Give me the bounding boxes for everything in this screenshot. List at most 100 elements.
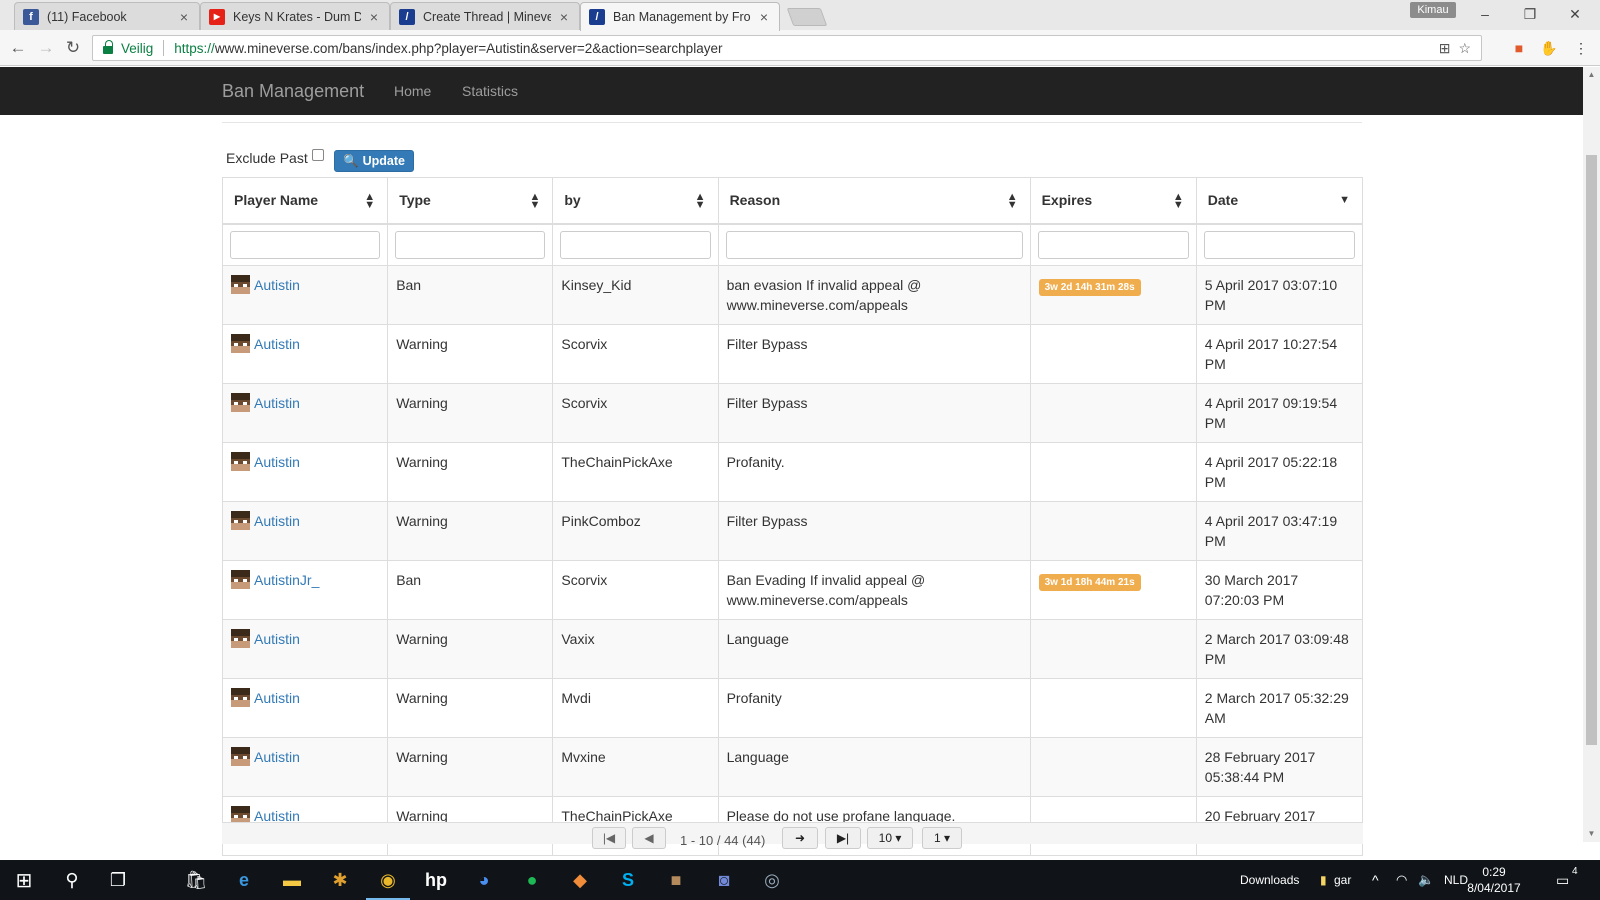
- divider: [222, 122, 1362, 123]
- windows-start-icon[interactable]: ⊞: [10, 866, 38, 894]
- hp-icon[interactable]: hp: [422, 866, 450, 894]
- file-explorer-icon[interactable]: ▬: [278, 866, 306, 894]
- banned-by: Scorvix: [552, 559, 719, 620]
- new-tab-button[interactable]: [786, 8, 828, 26]
- scroll-up-icon[interactable]: ▲: [1583, 67, 1600, 83]
- tab-title: Ban Management by Fro: [613, 10, 751, 24]
- edge-icon[interactable]: e: [230, 866, 258, 894]
- chrome-icon[interactable]: ◉: [366, 866, 410, 900]
- back-arrow-icon[interactable]: ←: [8, 38, 28, 58]
- player-link[interactable]: Autistin: [254, 452, 300, 472]
- address-bar[interactable]: Veilig https://www.mineverse.com/bans/in…: [92, 35, 1482, 61]
- translate-icon[interactable]: ⊞: [1439, 40, 1451, 57]
- spotify-icon[interactable]: ●: [518, 866, 546, 894]
- exclude-past-label: Exclude Past: [226, 150, 308, 166]
- expires-filter-input[interactable]: [1037, 230, 1189, 259]
- type-filter-input[interactable]: [395, 230, 546, 259]
- ban-reason: Filter Bypass: [717, 382, 1031, 443]
- reload-icon[interactable]: ↻: [63, 38, 83, 58]
- window-close-icon[interactable]: ✕: [1560, 4, 1590, 24]
- search-icon[interactable]: ⚲: [58, 866, 86, 894]
- task-view-icon[interactable]: ❐: [104, 866, 132, 894]
- nav-statistics-link[interactable]: Statistics: [462, 83, 518, 99]
- network-icon[interactable]: ◠: [1396, 860, 1407, 900]
- close-icon[interactable]: ×: [367, 9, 381, 25]
- steam-icon[interactable]: ◎: [758, 866, 786, 894]
- player-link[interactable]: Autistin: [254, 747, 300, 767]
- column-header-by[interactable]: by ▲ ▼: [552, 177, 719, 225]
- expires-cell: [1029, 677, 1197, 738]
- close-icon[interactable]: ×: [177, 9, 191, 25]
- update-button[interactable]: 🔍 Update: [334, 150, 414, 172]
- close-icon[interactable]: ×: [557, 9, 571, 25]
- volume-icon[interactable]: 🔈: [1418, 860, 1434, 900]
- last-page-icon[interactable]: ▶|: [825, 827, 861, 849]
- column-header-type[interactable]: Type ▲ ▼: [387, 177, 554, 225]
- reason-filter-input[interactable]: [725, 230, 1023, 259]
- date-filter-input[interactable]: [1203, 230, 1355, 259]
- browser-tab-ban-management[interactable]: / Ban Management by Fro ×: [580, 2, 780, 31]
- player-link[interactable]: AutistinJr_: [254, 570, 319, 590]
- notification-icon[interactable]: ▭: [1556, 860, 1569, 900]
- discord-icon[interactable]: ◙: [710, 866, 738, 894]
- folder-toolbar-label[interactable]: gar: [1334, 860, 1351, 900]
- page-scrollbar[interactable]: ▲ ▼: [1583, 67, 1600, 842]
- extension-icon[interactable]: ■: [1510, 39, 1528, 57]
- ban-date: 5 April 2017 03:07:10 PM: [1195, 264, 1364, 325]
- close-icon[interactable]: ×: [757, 9, 771, 25]
- scroll-down-icon[interactable]: ▼: [1583, 826, 1600, 842]
- column-header-reason[interactable]: Reason ▲ ▼: [717, 177, 1031, 225]
- paint-app-icon[interactable]: ✱: [326, 866, 354, 894]
- column-header-player[interactable]: Player Name ▲ ▼: [221, 177, 389, 225]
- page-size-select[interactable]: 10 ▾: [867, 827, 913, 849]
- column-header-date[interactable]: Date ▼: [1195, 177, 1364, 225]
- exclude-past-checkbox[interactable]: [311, 149, 324, 161]
- prev-page-icon[interactable]: ◀: [632, 827, 666, 849]
- banned-by: TheChainPickAxe: [552, 441, 719, 502]
- next-page-icon[interactable]: ➜: [782, 827, 818, 849]
- ban-reason: Filter Bypass: [717, 323, 1031, 384]
- player-link[interactable]: Autistin: [254, 629, 300, 649]
- menu-icon[interactable]: ⋮: [1572, 39, 1590, 57]
- table-row: Autistin Warning PinkComboz Filter Bypas…: [221, 500, 1364, 561]
- player-link[interactable]: Autistin: [254, 275, 300, 295]
- table-row: AutistinJr_ Ban Scorvix Ban Evading If i…: [221, 559, 1364, 620]
- browser-tab-youtube[interactable]: ▶ Keys N Krates - Dum Dee ×: [200, 2, 390, 30]
- player-head-icon: [231, 628, 250, 648]
- show-hidden-icons[interactable]: ^: [1372, 860, 1379, 900]
- store-icon[interactable]: 🛍: [182, 866, 210, 894]
- first-page-icon[interactable]: |◀: [592, 827, 626, 849]
- nav-home-link[interactable]: Home: [394, 83, 431, 99]
- brand-link[interactable]: Ban Management: [222, 81, 364, 102]
- downloads-toolbar[interactable]: Downloads: [1240, 860, 1299, 900]
- player-link[interactable]: Autistin: [254, 334, 300, 354]
- player-link[interactable]: Autistin: [254, 393, 300, 413]
- url-text: www.mineverse.com/bans/index.php?player=…: [214, 40, 723, 56]
- app-icon[interactable]: ◕: [470, 866, 498, 894]
- star-icon[interactable]: ☆: [1458, 40, 1471, 57]
- clock[interactable]: 0:29 8/04/2017: [1460, 864, 1528, 896]
- extension-icon[interactable]: ✋: [1540, 39, 1558, 57]
- profile-badge[interactable]: Kimau: [1410, 2, 1456, 18]
- player-link[interactable]: Autistin: [254, 511, 300, 531]
- player-link[interactable]: Autistin: [254, 688, 300, 708]
- minimize-icon[interactable]: –: [1470, 4, 1500, 24]
- sort-icon: ▲ ▼: [1006, 191, 1018, 211]
- ban-reason: Profanity.: [717, 441, 1031, 502]
- ban-reason: ban evasion If invalid appeal @ www.mine…: [717, 264, 1031, 325]
- ban-date: 4 April 2017 09:19:54 PM: [1195, 382, 1364, 443]
- browser-tab-create-thread[interactable]: / Create Thread | Minevers ×: [390, 2, 580, 30]
- forward-arrow-icon[interactable]: →: [36, 38, 56, 58]
- column-header-expires[interactable]: Expires ▲ ▼: [1029, 177, 1197, 225]
- app-icon[interactable]: ◆: [566, 866, 594, 894]
- player-filter-input[interactable]: [230, 230, 381, 259]
- page-select[interactable]: 1 ▾: [922, 827, 962, 849]
- ban-type: Warning: [387, 677, 554, 738]
- by-filter-input[interactable]: [560, 230, 711, 259]
- restore-icon[interactable]: ❐: [1515, 4, 1545, 24]
- browser-tab-facebook[interactable]: f (11) Facebook ×: [14, 2, 200, 30]
- minecraft-icon[interactable]: ■: [662, 866, 690, 894]
- skype-icon[interactable]: S: [614, 866, 642, 894]
- windows-taskbar: ⊞ ⚲ ❐ 🛍 e ▬ ✱ ◉ hp ◕ ● ◆ S ■ ◙ ◎ Downloa…: [0, 860, 1600, 900]
- scrollbar-thumb[interactable]: [1586, 155, 1597, 745]
